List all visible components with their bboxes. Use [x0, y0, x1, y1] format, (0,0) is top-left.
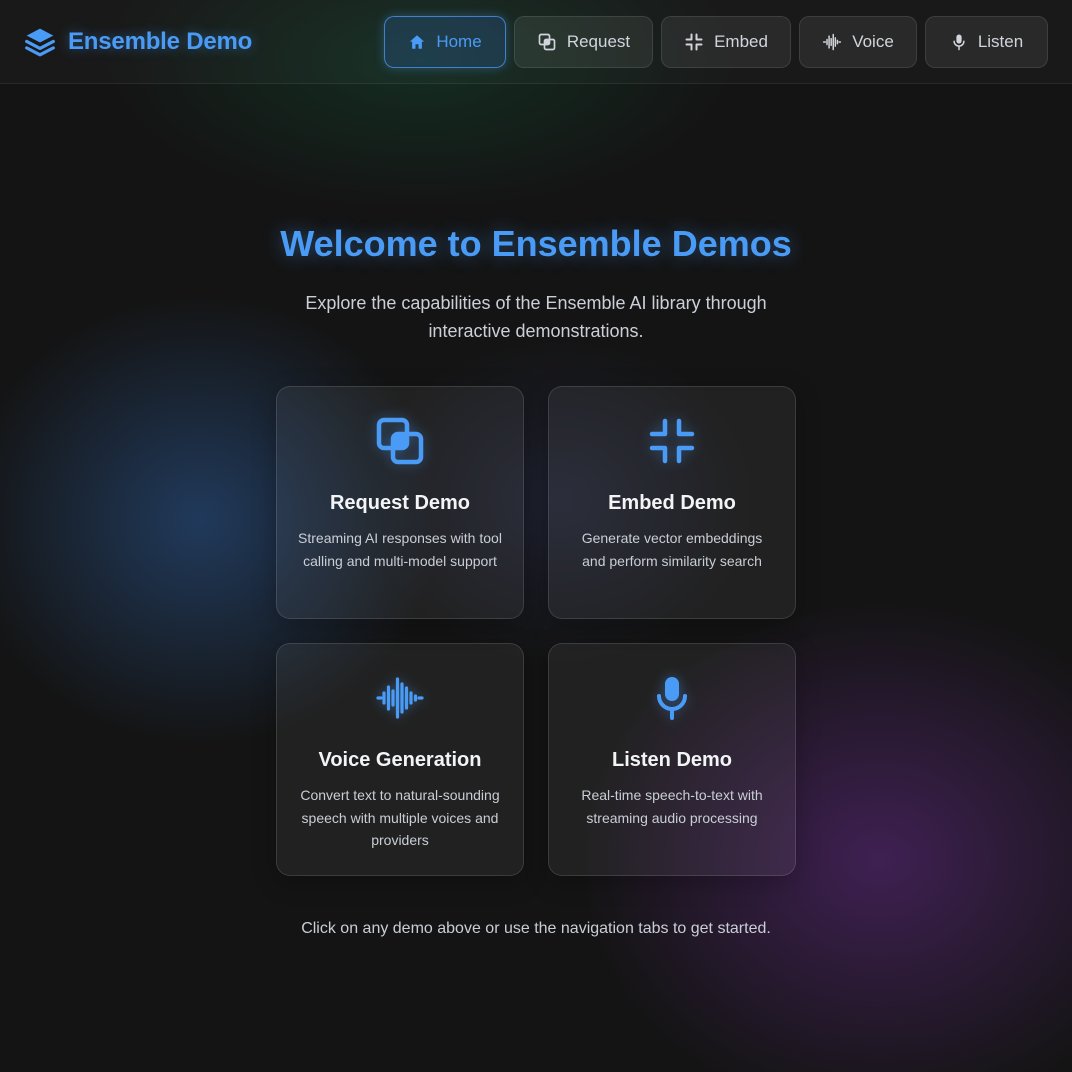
card-description: Generate vector embeddings and perform s… — [581, 530, 763, 569]
card-title: Listen Demo — [611, 749, 733, 771]
microphone-icon — [657, 677, 687, 720]
card-title: Request Demo — [329, 492, 471, 514]
page-subtitle: Explore the capabilities of the Ensemble… — [305, 293, 767, 341]
tab-home[interactable]: Home — [384, 16, 506, 68]
home-icon — [410, 35, 425, 49]
audio-waveform-icon — [823, 33, 842, 51]
getting-started-hint: Click on any demo above or use the navig… — [301, 920, 771, 937]
microphone-icon — [953, 34, 965, 51]
tab-embed-label: Embed — [714, 32, 768, 51]
voice-generation-card[interactable]: Voice Generation Convert text to natural… — [276, 643, 524, 876]
tab-embed[interactable]: Embed — [661, 16, 791, 68]
app-title: Ensemble Demo — [68, 28, 253, 55]
brand[interactable]: Ensemble Demo — [24, 24, 252, 60]
layers-icon — [25, 28, 55, 57]
tab-listen[interactable]: Listen — [925, 16, 1048, 68]
tab-voice-label: Voice — [852, 32, 894, 51]
card-description: Convert text to natural-sounding speech … — [300, 787, 500, 848]
minimize-corners-icon — [685, 33, 703, 51]
tab-request[interactable]: Request — [514, 16, 653, 68]
card-description: Streaming AI responses with tool calling… — [298, 530, 502, 569]
embed-demo-card[interactable]: Embed Demo Generate vector embeddings an… — [548, 386, 796, 619]
nav-tabs: Home Request Embed Voice Listen — [384, 16, 1048, 68]
tab-voice[interactable]: Voice — [799, 16, 917, 68]
tab-home-label: Home — [436, 32, 482, 51]
audio-waveform-icon — [376, 677, 424, 719]
minimize-corners-icon — [649, 418, 695, 464]
listen-demo-card[interactable]: Listen Demo Real-time speech-to-text wit… — [548, 643, 796, 876]
tab-request-label: Request — [566, 32, 631, 51]
request-demo-card[interactable]: Request Demo Streaming AI responses with… — [276, 386, 524, 619]
card-description: Real-time speech-to-text with streaming … — [581, 787, 763, 826]
copy-squares-icon — [376, 417, 424, 465]
copy-squares-icon — [538, 33, 556, 51]
page-title: Welcome to Ensemble Demos — [280, 223, 792, 264]
card-title: Voice Generation — [318, 749, 482, 771]
card-title: Embed Demo — [608, 492, 736, 514]
tab-listen-label: Listen — [977, 32, 1024, 51]
top-navigation-bar: Ensemble Demo Home Request Embed Voice L… — [0, 0, 1072, 84]
